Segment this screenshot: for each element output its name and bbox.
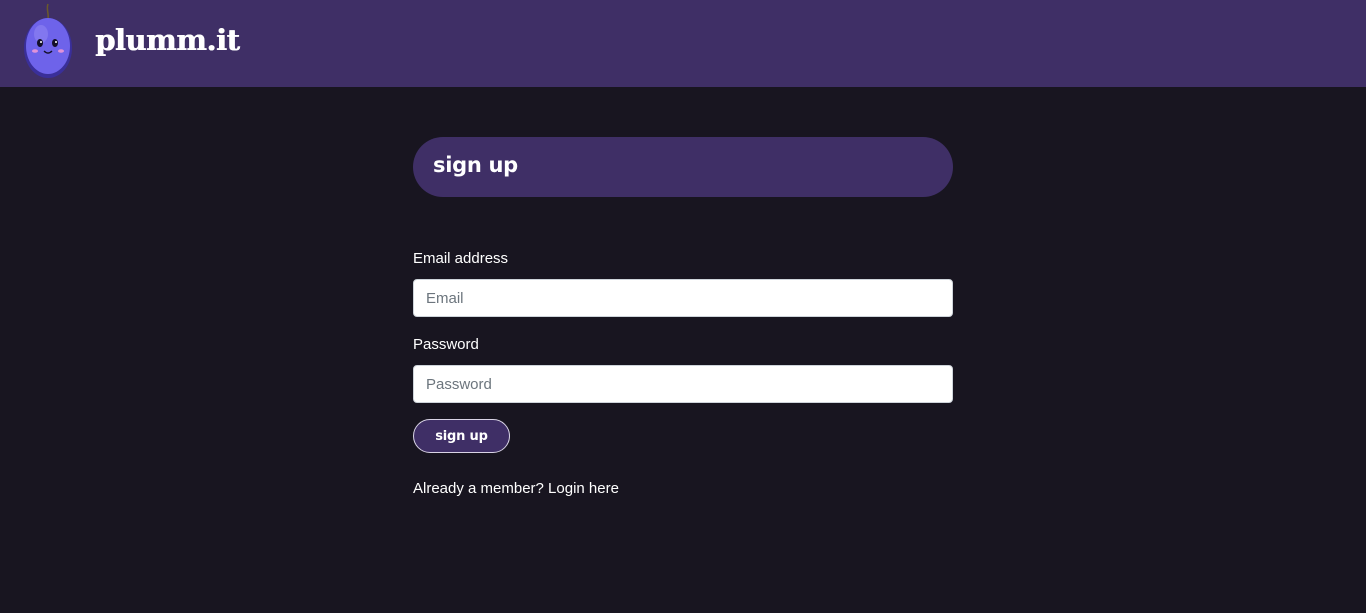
plum-mascot-icon[interactable]: [22, 3, 74, 79]
form-header: sign up: [413, 137, 953, 197]
email-input[interactable]: [413, 279, 953, 317]
brand-name[interactable]: plumm.it: [95, 22, 240, 58]
navbar: plumm.it: [0, 0, 1366, 87]
signup-form: sign up Email address Password sign up A…: [413, 137, 953, 497]
password-label: Password: [413, 336, 479, 353]
login-link[interactable]: Already a member? Login here: [413, 480, 619, 497]
form-title: sign up: [433, 153, 518, 177]
password-input[interactable]: [413, 365, 953, 403]
email-label: Email address: [413, 250, 509, 267]
sign-up-button[interactable]: sign up: [413, 419, 510, 453]
